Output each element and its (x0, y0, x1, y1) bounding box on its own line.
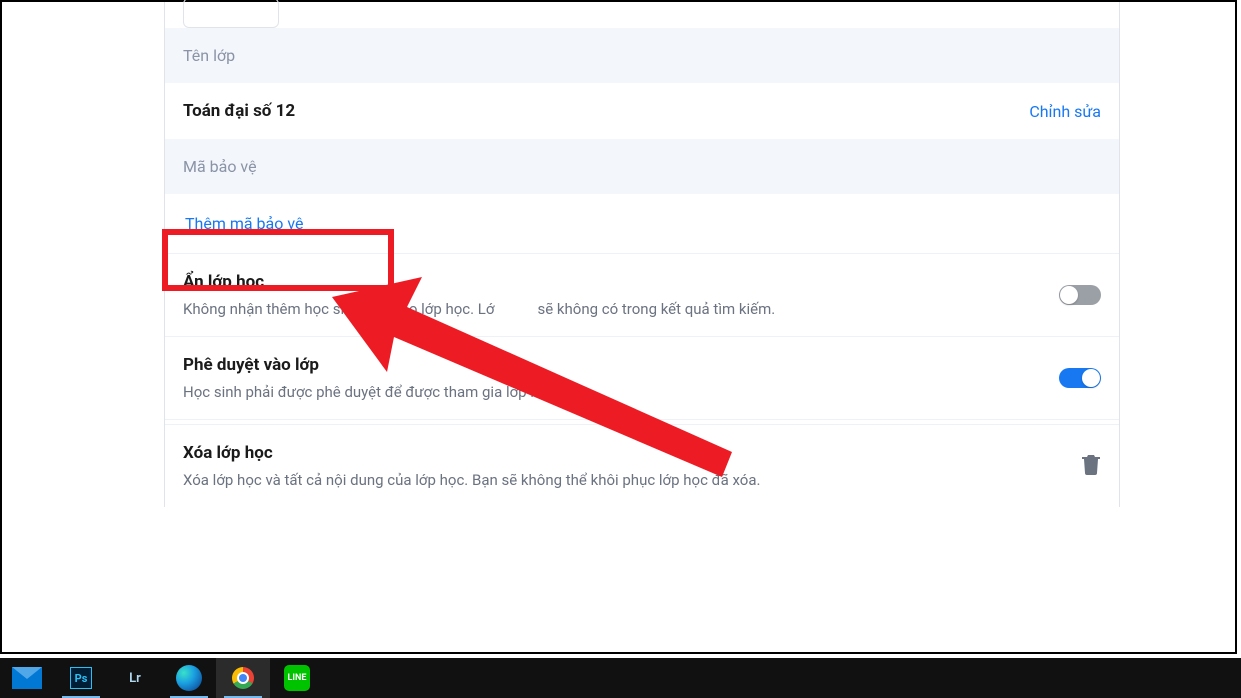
windows-taskbar: Ps Lr LINE (0, 658, 1241, 698)
hide-class-title: Ẩn lớp học (183, 272, 1059, 292)
taskbar-edge[interactable] (162, 658, 216, 698)
delete-class-icon[interactable] (1081, 453, 1101, 479)
class-avatar-box (183, 0, 279, 28)
edge-icon (176, 665, 202, 691)
hide-class-row: Ẩn lớp học Không nhận thêm học sinh mới … (165, 254, 1119, 337)
hide-class-desc: Không nhận thêm học sinh mới vào lớp học… (183, 300, 1059, 318)
taskbar-mail[interactable] (0, 658, 54, 698)
delete-class-row: Xóa lớp học Xóa lớp học và tất cả nội du… (165, 425, 1119, 507)
approve-join-toggle[interactable] (1059, 368, 1101, 388)
taskbar-lightroom[interactable]: Lr (108, 658, 162, 698)
edit-class-name-link[interactable]: Chỉnh sửa (1029, 102, 1101, 121)
approve-join-title: Phê duyệt vào lớp (183, 355, 1059, 375)
taskbar-line[interactable]: LINE (270, 658, 324, 698)
lightroom-icon: Lr (129, 671, 141, 686)
settings-panel: Tên lớp Toán đại số 12 Chỉnh sửa Mã bảo … (164, 2, 1120, 507)
approve-join-desc: Học sinh phải được phê duyệt để được tha… (183, 383, 1059, 401)
chrome-icon (232, 667, 254, 689)
add-security-code-row: Thêm mã bảo vệ (165, 194, 1119, 254)
hide-class-toggle[interactable] (1059, 285, 1101, 305)
class-name-value: Toán đại số 12 (183, 101, 1029, 121)
mail-icon (12, 667, 42, 689)
class-name-section-header: Tên lớp (165, 28, 1119, 83)
class-name-row: Toán đại số 12 Chỉnh sửa (165, 83, 1119, 139)
line-icon: LINE (284, 665, 310, 691)
delete-class-title: Xóa lớp học (183, 443, 1081, 463)
taskbar-chrome[interactable] (216, 658, 270, 698)
delete-class-desc: Xóa lớp học và tất cả nội dung của lớp h… (183, 471, 1081, 489)
approve-join-row: Phê duyệt vào lớp Học sinh phải được phê… (165, 337, 1119, 420)
hide-class-desc-part2: sẽ không có trong kết quả tìm kiếm. (538, 300, 776, 318)
hide-class-desc-part1: Không nhận thêm học sinh mới vào lớp học… (183, 300, 494, 318)
taskbar-photoshop[interactable]: Ps (54, 658, 108, 698)
app-window: Tên lớp Toán đại số 12 Chỉnh sửa Mã bảo … (0, 0, 1237, 654)
photoshop-icon: Ps (70, 667, 92, 689)
add-security-code-link[interactable]: Thêm mã bảo vệ (183, 214, 305, 233)
security-code-section-header: Mã bảo vệ (165, 139, 1119, 194)
